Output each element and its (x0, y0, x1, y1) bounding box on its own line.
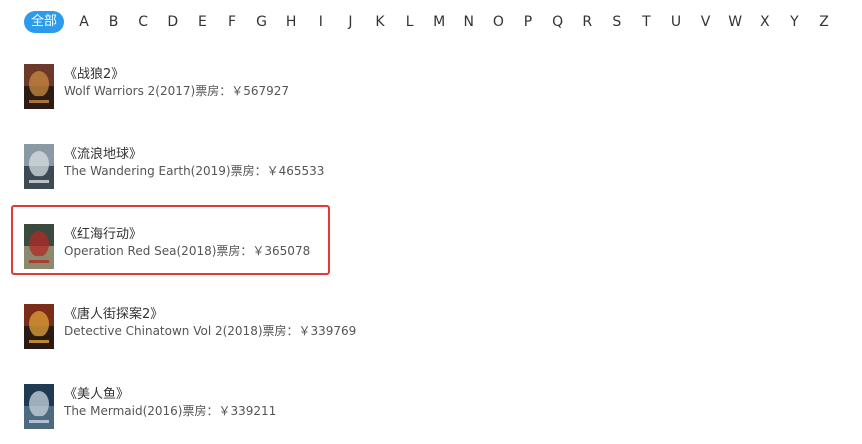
filter-letter-b[interactable]: B (104, 11, 124, 33)
filter-letter-w[interactable]: W (725, 11, 745, 33)
filter-letter-t[interactable]: T (636, 11, 656, 33)
selection-highlight-box (11, 205, 330, 275)
filter-letter-u[interactable]: U (666, 11, 686, 33)
filter-letter-h[interactable]: H (281, 11, 301, 33)
filter-letter-q[interactable]: Q (548, 11, 568, 33)
filter-letter-f[interactable]: F (222, 11, 242, 33)
filter-letter-v[interactable]: V (696, 11, 716, 33)
movie-box-office: Detective Chinatown Vol 2(2018)票房：￥33976… (64, 324, 357, 338)
movie-box-office: The Mermaid(2016)票房：￥339211 (64, 404, 277, 418)
filter-letter-x[interactable]: X (755, 11, 775, 33)
movie-poster[interactable] (24, 64, 54, 109)
filter-letter-l[interactable]: L (400, 11, 420, 33)
movie-item[interactable]: 《流浪地球》 The Wandering Earth(2019)票房：￥46553… (24, 144, 344, 190)
movie-title[interactable]: 《战狼2》 (64, 67, 124, 82)
movie-item[interactable]: 《唐人街探案2》 Detective Chinatown Vol 2(2018)票… (24, 304, 356, 350)
filter-letter-d[interactable]: D (163, 11, 183, 33)
filter-letter-i[interactable]: I (311, 11, 331, 33)
movie-item[interactable]: 《战狼2》 Wolf Warriors 2(2017)票房：￥567927 (24, 64, 344, 110)
filter-letter-r[interactable]: R (577, 11, 597, 33)
filter-letter-o[interactable]: O (488, 11, 508, 33)
movie-box-office: Wolf Warriors 2(2017)票房：￥567927 (64, 84, 290, 98)
filter-letter-c[interactable]: C (133, 11, 153, 33)
filter-letter-p[interactable]: P (518, 11, 538, 33)
filter-all-button[interactable]: 全部 (24, 11, 64, 33)
movie-box-office: The Wandering Earth(2019)票房：￥465533 (64, 164, 325, 178)
filter-letter-s[interactable]: S (607, 11, 627, 33)
movie-poster[interactable] (24, 144, 54, 189)
movie-title[interactable]: 《美人鱼》 (64, 387, 129, 402)
filter-letter-m[interactable]: M (429, 11, 449, 33)
filter-letter-y[interactable]: Y (784, 11, 804, 33)
filter-letter-a[interactable]: A (74, 11, 94, 33)
filter-letter-n[interactable]: N (459, 11, 479, 33)
movie-poster[interactable] (24, 384, 54, 429)
filter-letter-z[interactable]: Z (814, 11, 834, 33)
filter-letter-k[interactable]: K (370, 11, 390, 33)
filter-letter-e[interactable]: E (192, 11, 212, 33)
movie-title[interactable]: 《唐人街探案2》 (64, 307, 163, 322)
filter-letter-j[interactable]: J (340, 11, 360, 33)
movie-poster[interactable] (24, 304, 54, 349)
movie-item[interactable]: 《美人鱼》 The Mermaid(2016)票房：￥339211 (24, 384, 344, 430)
alphabet-filter-bar: 全部 ABCDEFGHIJKLMNOPQRSTUVWXYZ (24, 11, 844, 33)
filter-letter-g[interactable]: G (252, 11, 272, 33)
movie-title[interactable]: 《流浪地球》 (64, 147, 142, 162)
